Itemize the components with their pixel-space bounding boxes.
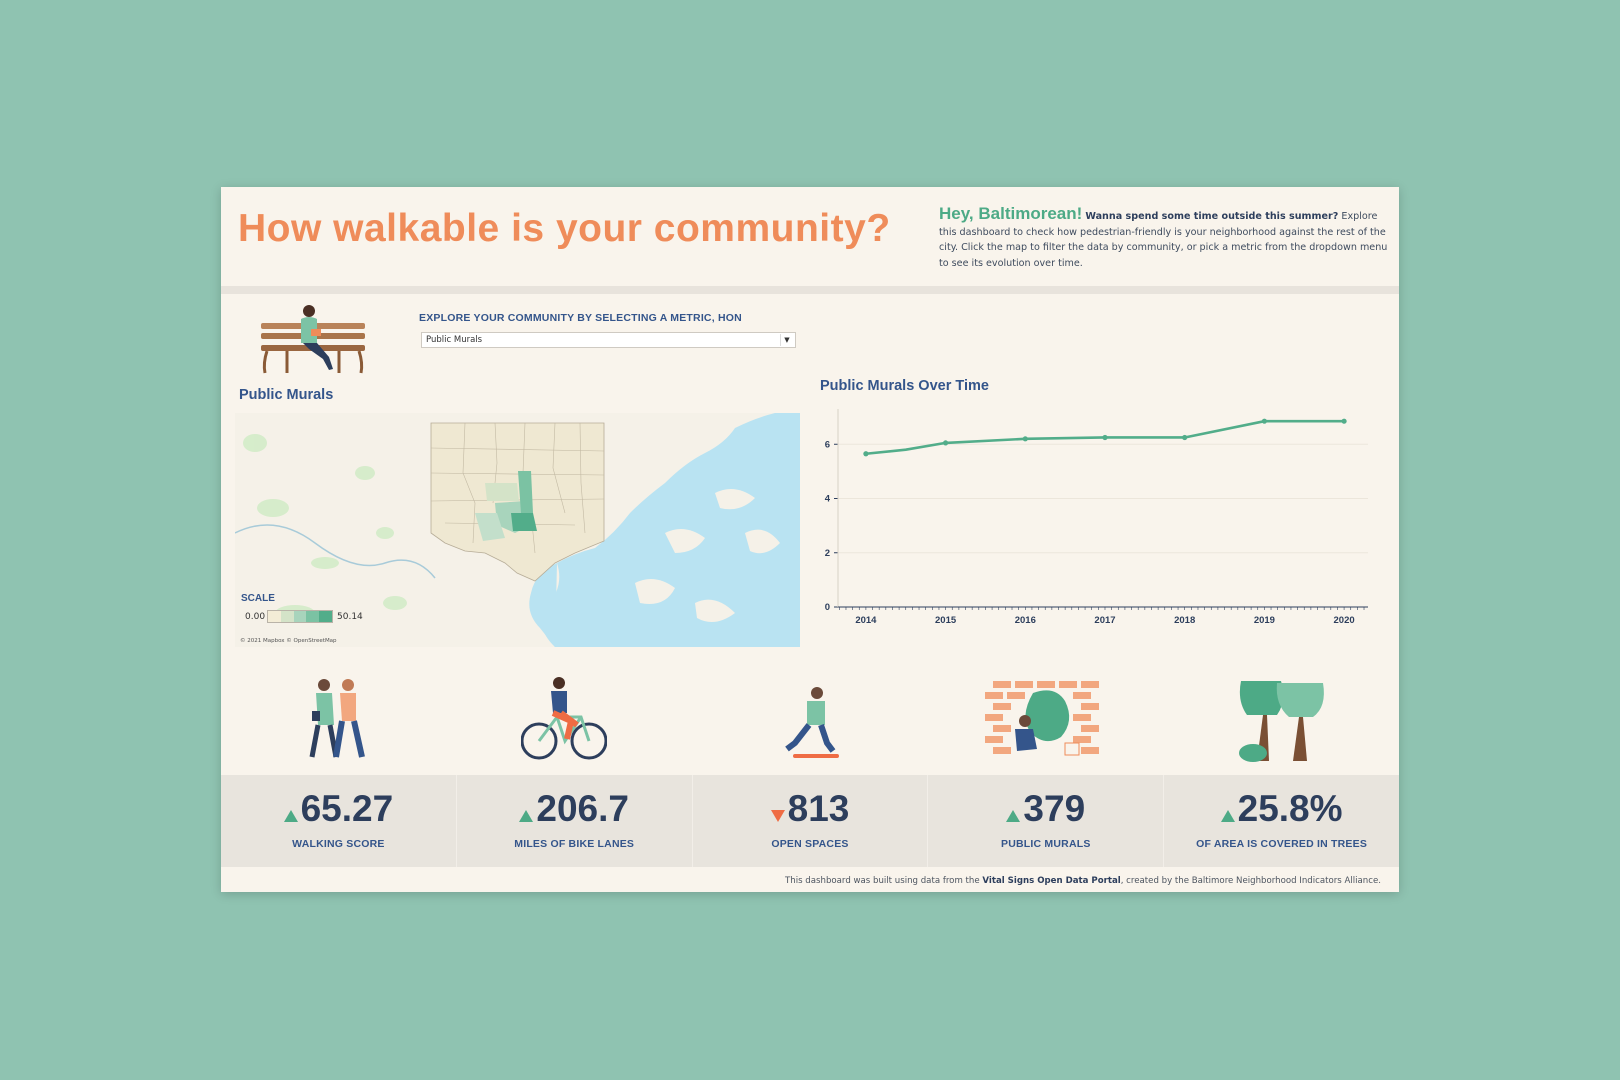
scale-min: 0.00 bbox=[245, 612, 266, 622]
page-title: How walkable is your community? bbox=[238, 207, 891, 250]
data-point bbox=[1341, 418, 1347, 424]
y-tick-label: 2 bbox=[825, 548, 830, 559]
trend-up-icon bbox=[1220, 810, 1235, 822]
intro-text: Hey, Baltimorean! Wanna spend some time … bbox=[939, 204, 1389, 271]
x-tick-label: 2016 bbox=[1015, 615, 1036, 626]
trees-icon bbox=[1239, 681, 1324, 762]
kpi-walking-score[interactable]: 65.27 WALKING SCORE bbox=[221, 775, 457, 867]
walking-couple-icon bbox=[309, 679, 365, 758]
footer-link[interactable]: Vital Signs Open Data Portal bbox=[982, 876, 1120, 886]
header-divider bbox=[221, 286, 1399, 294]
kpi-value: 206.7 bbox=[536, 788, 629, 829]
choropleth-map[interactable]: SCALE 0.00 50.14 © 2021 Mapbox © OpenStr… bbox=[235, 413, 800, 647]
dropdown-arrow-icon[interactable]: ▼ bbox=[780, 334, 793, 346]
scale-swatch-1 bbox=[280, 611, 294, 622]
trend-up-icon bbox=[1006, 810, 1021, 822]
x-tick-label: 2018 bbox=[1174, 615, 1195, 626]
kpi-label: PUBLIC MURALS bbox=[1001, 838, 1091, 850]
kpi-bike-lanes[interactable]: 206.7 MILES OF BIKE LANES bbox=[457, 775, 693, 867]
scale-swatch-2 bbox=[293, 611, 307, 622]
x-tick-label: 2020 bbox=[1334, 615, 1355, 626]
scale-swatch-0 bbox=[268, 611, 281, 622]
line-chart[interactable]: 0 2 4 6 2014 2015 2016 2017 2018 2019 2020 bbox=[816, 401, 1386, 651]
y-tick-label: 6 bbox=[825, 439, 830, 450]
data-point bbox=[1102, 434, 1108, 441]
data-point bbox=[942, 440, 949, 446]
kpi-value: 813 bbox=[787, 788, 850, 829]
metric-select-label: EXPLORE YOUR COMMUNITY BY SELECTING A ME… bbox=[419, 312, 742, 324]
kpi-label: MILES OF BIKE LANES bbox=[514, 838, 635, 850]
trend-down-icon bbox=[770, 810, 785, 822]
scale-swatch-3 bbox=[306, 611, 320, 622]
kpi-value: 379 bbox=[1023, 788, 1086, 829]
scale-bar bbox=[267, 610, 333, 623]
trend-up-icon bbox=[519, 810, 534, 822]
trend-up-icon bbox=[283, 810, 298, 822]
map-title: Public Murals bbox=[239, 387, 334, 403]
kpi-label: WALKING SCORE bbox=[292, 838, 385, 850]
footer-post: , created by the Baltimore Neighborhood … bbox=[1120, 876, 1381, 886]
y-tick-label: 0 bbox=[825, 602, 830, 613]
scale-max: 50.14 bbox=[337, 612, 363, 622]
y-tick-label: 4 bbox=[825, 494, 831, 505]
mural-painter-icon bbox=[985, 681, 1099, 756]
data-point bbox=[1182, 434, 1188, 441]
kpi-open-spaces[interactable]: 813 OPEN SPACES bbox=[693, 775, 929, 867]
scale-swatch-4 bbox=[319, 611, 332, 622]
metric-dropdown-value: Public Murals bbox=[426, 335, 483, 345]
data-point bbox=[1022, 436, 1028, 442]
x-tick-label: 2019 bbox=[1254, 615, 1275, 626]
kpi-value: 65.27 bbox=[300, 788, 394, 829]
kpi-value: 25.8% bbox=[1237, 788, 1343, 829]
data-point bbox=[1261, 418, 1267, 424]
line-chart-title: Public Murals Over Time bbox=[820, 378, 989, 394]
metric-dropdown[interactable]: Public Murals ▼ bbox=[421, 332, 796, 348]
footer-credit: This dashboard was built using data from… bbox=[785, 876, 1381, 886]
kpi-label: OPEN SPACES bbox=[771, 838, 849, 850]
scale-title: SCALE bbox=[241, 593, 275, 604]
kpi-tree-cover[interactable]: 25.8% OF AREA IS COVERED IN TREES bbox=[1164, 775, 1399, 867]
bench-person-icon bbox=[261, 305, 365, 374]
kpi-public-murals[interactable]: 379 PUBLIC MURALS bbox=[928, 775, 1165, 867]
x-tick-label: 2014 bbox=[855, 615, 877, 626]
kpi-label: OF AREA IS COVERED IN TREES bbox=[1196, 838, 1368, 850]
x-tick-label: 2017 bbox=[1094, 615, 1115, 626]
tagline: Wanna spend some time outside this summe… bbox=[1085, 211, 1339, 222]
kpi-band: 65.27 WALKING SCORE 206.7 MILES OF BIKE … bbox=[221, 775, 1399, 867]
footer-pre: This dashboard was built using data from… bbox=[785, 876, 983, 886]
data-point bbox=[863, 451, 869, 457]
dashboard-card: How walkable is your community? Hey, Bal… bbox=[221, 187, 1399, 892]
skateboarder-icon bbox=[785, 687, 839, 758]
map-attribution[interactable]: © 2021 Mapbox © OpenStreetMap bbox=[240, 638, 337, 644]
greeting: Hey, Baltimorean! bbox=[939, 204, 1083, 223]
cyclist-icon bbox=[521, 677, 607, 760]
x-tick-label: 2015 bbox=[935, 615, 957, 626]
